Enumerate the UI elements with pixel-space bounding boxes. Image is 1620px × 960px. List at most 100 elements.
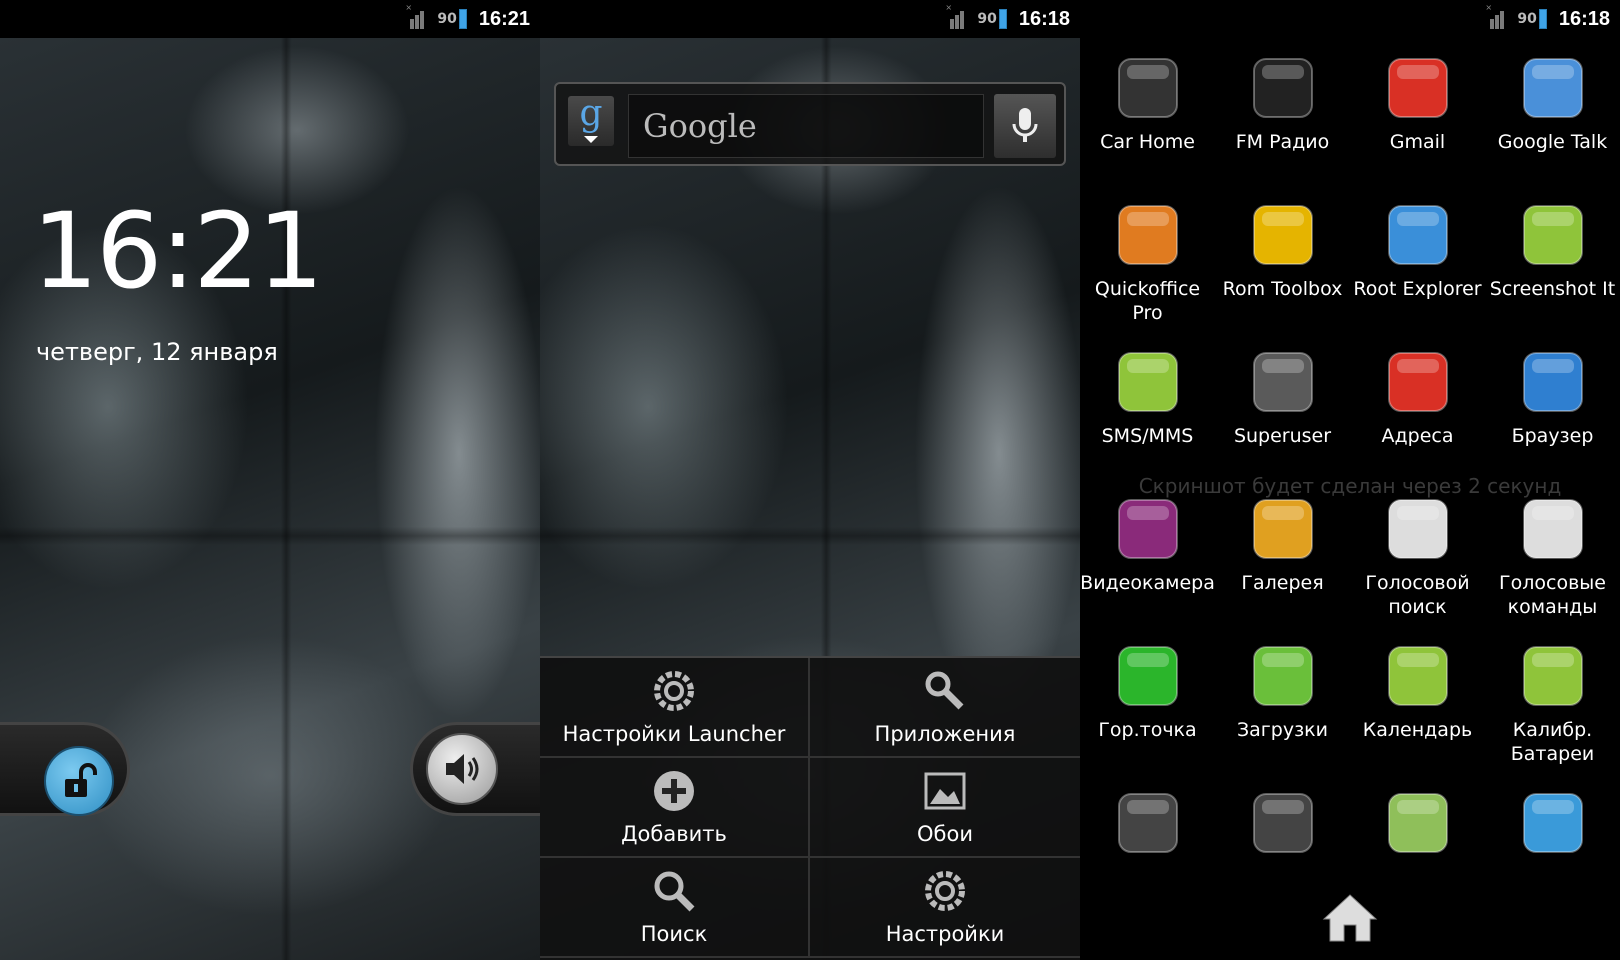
app-quickoffice-icon[interactable]: Quickoffice Pro xyxy=(1080,201,1215,348)
lock-screen: × 90 16:21 16:21 четверг, 12 января xyxy=(0,0,540,960)
unlock-button[interactable] xyxy=(44,746,114,816)
toolbox-icon xyxy=(1249,201,1317,269)
android-camera-icon xyxy=(1519,201,1587,269)
app-sms-icon[interactable]: SMS/MMS xyxy=(1080,348,1215,495)
google-search-widget: g Google xyxy=(554,82,1066,166)
toast-message: Скриншот будет сделан через 2 секунд xyxy=(1138,474,1562,498)
battery-icon xyxy=(998,9,1007,29)
app-label: Root Explorer xyxy=(1353,278,1482,300)
search-input[interactable]: Google xyxy=(628,94,984,158)
app-label: Screenshot It xyxy=(1489,278,1616,300)
app-superuser-icon[interactable]: Superuser xyxy=(1215,348,1350,495)
menu-item-label: Приложения xyxy=(874,722,1016,746)
app-voice-dialer-icon[interactable]: Голосовые команды xyxy=(1485,495,1620,642)
menu-item-search[interactable]: Поиск xyxy=(540,858,810,958)
app-label: Rom Toolbox xyxy=(1222,278,1343,300)
app-label: Голосовой поиск xyxy=(1365,572,1470,618)
app-label: Quickoffice Pro xyxy=(1094,278,1201,324)
app-download-icon[interactable]: Загрузки xyxy=(1215,642,1350,789)
gear-icon xyxy=(651,668,697,714)
app-label: Галерея xyxy=(1241,572,1324,594)
chevron-down-icon xyxy=(584,135,598,143)
menu-item-label: Настройки xyxy=(885,922,1005,946)
wrench-icon xyxy=(922,668,968,714)
app-label: Календарь xyxy=(1362,719,1473,741)
status-bar: × 90 16:18 xyxy=(540,0,1080,38)
app-toolbox-icon[interactable]: Rom Toolbox xyxy=(1215,201,1350,348)
app-calculator-icon[interactable] xyxy=(1080,789,1215,936)
search-engine-selector[interactable]: g xyxy=(568,92,614,146)
app-drawer-screen: × 90 16:18 Скриншот будет сделан через 2… xyxy=(1080,0,1620,960)
folder-icon xyxy=(1384,201,1452,269)
menu-item-launcher-settings[interactable]: Настройки Launcher xyxy=(540,658,810,758)
battery-icon xyxy=(1538,9,1547,29)
app-globe-icon[interactable]: Браузер xyxy=(1485,348,1620,495)
android-battery-icon xyxy=(1519,642,1587,710)
app-folder-icon[interactable]: Root Explorer xyxy=(1350,201,1485,348)
app-android-camera-icon[interactable]: Screenshot It xyxy=(1485,201,1620,348)
lock-clock: 16:21 xyxy=(32,190,324,312)
app-gallery-icon[interactable]: Галерея xyxy=(1215,495,1350,642)
superuser-icon xyxy=(1249,348,1317,416)
app-talk-icon[interactable]: Google Talk xyxy=(1485,54,1620,201)
app-label: Google Talk xyxy=(1497,131,1608,153)
battery-indicator: 90 xyxy=(977,9,1007,29)
app-label: Superuser xyxy=(1233,425,1332,447)
sound-toggle-button[interactable] xyxy=(426,733,498,805)
app-gmail-icon[interactable]: Gmail xyxy=(1350,54,1485,201)
app-map-pin-icon[interactable]: Адреса xyxy=(1350,348,1485,495)
menu-item-settings[interactable]: Настройки xyxy=(810,858,1080,958)
home-button[interactable] xyxy=(1314,888,1386,948)
talk-icon xyxy=(1519,54,1587,122)
status-bar: × 90 16:18 xyxy=(1080,0,1620,38)
menu-item-wallpaper[interactable]: Обои xyxy=(810,758,1080,858)
app-label: Загрузки xyxy=(1236,719,1329,741)
picture-icon xyxy=(922,768,968,814)
calendar-icon xyxy=(1384,642,1452,710)
menu-item-apps[interactable]: Приложения xyxy=(810,658,1080,758)
contacts-icon xyxy=(1519,789,1587,857)
app-label: Гор.точка xyxy=(1098,719,1197,741)
app-hotspot-icon[interactable]: Гор.точка xyxy=(1080,642,1215,789)
status-clock: 16:18 xyxy=(1558,7,1610,30)
voice-search-button[interactable] xyxy=(994,94,1056,158)
battery-icon xyxy=(458,9,467,29)
wallpaper xyxy=(0,38,540,960)
app-video-camera-icon[interactable]: Видеокамера xyxy=(1080,495,1215,642)
battery-indicator: 90 xyxy=(437,9,467,29)
app-microphone-icon[interactable]: Голосовой поиск xyxy=(1350,495,1485,642)
status-clock: 16:21 xyxy=(478,7,530,30)
app-android-battery-icon[interactable]: Калибр. Батареи xyxy=(1485,642,1620,789)
app-label: Адреса xyxy=(1381,425,1454,447)
home-icon xyxy=(1322,894,1378,942)
app-label: Видеокамера xyxy=(1080,572,1215,594)
voice-dialer-icon xyxy=(1519,495,1587,563)
app-contacts-icon[interactable] xyxy=(1485,789,1620,936)
app-radio-icon[interactable]: FM Радио xyxy=(1215,54,1350,201)
signal-icon: × xyxy=(945,3,969,29)
menu-item-label: Настройки Launcher xyxy=(562,722,786,746)
app-calendar-icon[interactable]: Календарь xyxy=(1350,642,1485,789)
lock-date: четверг, 12 января xyxy=(36,338,278,366)
gear-icon xyxy=(922,868,968,914)
steering-wheel-icon xyxy=(1114,54,1182,122)
app-label: Car Home xyxy=(1100,131,1195,153)
plus-icon xyxy=(651,768,697,814)
hotspot-icon xyxy=(1114,642,1182,710)
unlock-icon xyxy=(65,763,97,797)
status-bar: × 90 16:21 xyxy=(0,0,540,38)
signal-icon: × xyxy=(405,3,429,29)
camera-icon xyxy=(1249,789,1317,857)
app-steering-wheel-icon[interactable]: Car Home xyxy=(1080,54,1215,201)
menu-item-label: Обои xyxy=(917,822,973,846)
speaker-icon xyxy=(446,754,479,784)
home-screen: × 90 16:18 g Google Настройки Launcher П… xyxy=(540,0,1080,960)
sms-icon xyxy=(1114,348,1182,416)
google-g-icon: g xyxy=(579,92,603,134)
signal-icon: × xyxy=(1485,3,1509,29)
app-label: Голосовые команды xyxy=(1499,572,1606,618)
battery-level: 90 xyxy=(977,11,997,27)
battery-level: 90 xyxy=(437,11,457,27)
app-label: Gmail xyxy=(1389,131,1446,153)
menu-item-add[interactable]: Добавить xyxy=(540,758,810,858)
